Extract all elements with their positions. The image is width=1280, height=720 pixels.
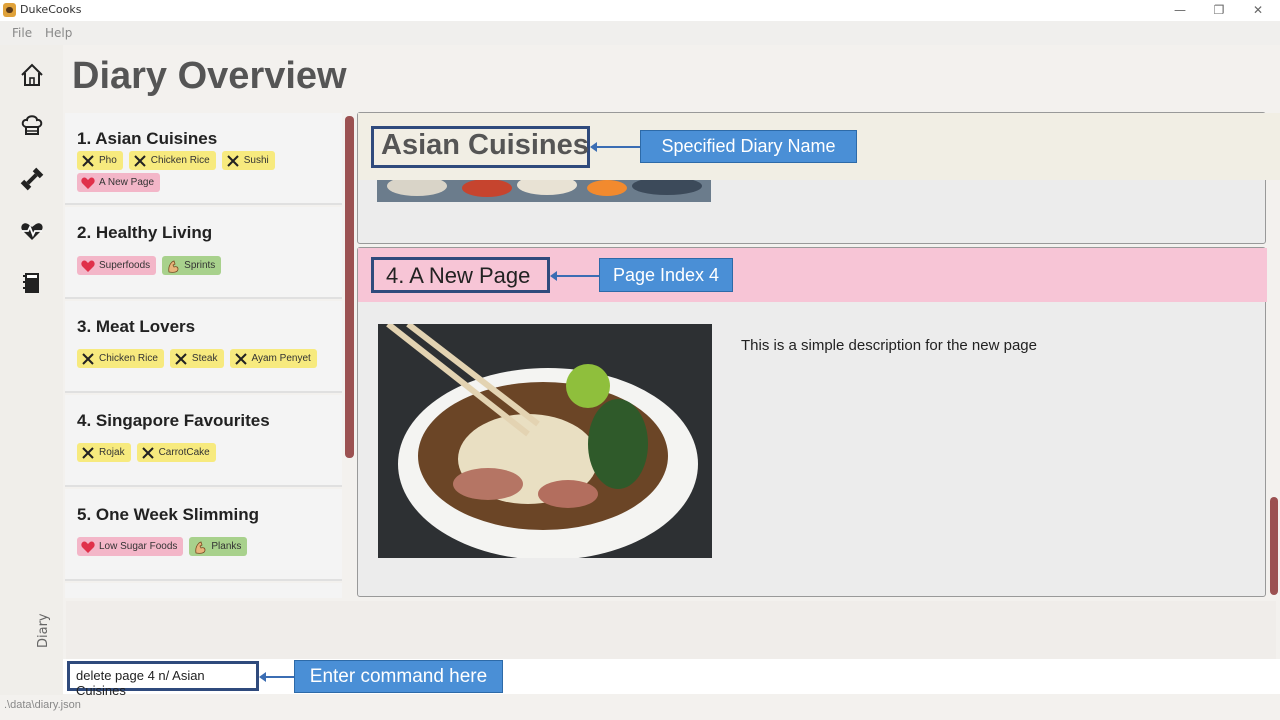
tag-food: Steak: [169, 349, 224, 368]
restore-button[interactable]: ❐: [1209, 1, 1229, 19]
tag-health: Superfoods: [77, 256, 157, 275]
app-logo-icon: [3, 3, 16, 17]
diary-vertical-tab[interactable]: Diary: [36, 613, 51, 648]
dumbbell-icon[interactable]: [16, 163, 48, 195]
diary-name-title: Asian Cuisines: [381, 129, 589, 161]
minimize-button[interactable]: —: [1170, 1, 1190, 19]
callout-page-index: Page Index 4: [599, 258, 733, 292]
sidebar: [0, 45, 63, 695]
tag-food: CarrotCake: [136, 443, 216, 462]
food-photo-partial: [377, 180, 711, 202]
diary-card-title: 3. Meat Lovers: [77, 317, 196, 336]
heart-icon: [80, 175, 96, 191]
tag-food: Sushi: [221, 151, 275, 170]
fork-knife-icon: [80, 351, 96, 367]
fork-knife-icon: [140, 445, 156, 461]
tag-food: Ayam Penyet: [229, 349, 317, 368]
diary-card-asian-cuisines[interactable]: 1. Asian Cuisines Pho Chicken Rice Sushi…: [65, 113, 342, 205]
menu-help[interactable]: Help: [45, 26, 72, 40]
heart-icon: [80, 258, 96, 274]
current-page-section: This is a simple description for the new…: [357, 247, 1267, 597]
page-title: Diary Overview: [72, 55, 347, 97]
fork-knife-icon: [225, 153, 241, 169]
callout-command: Enter command here: [294, 660, 503, 693]
page-description: This is a simple description for the new…: [741, 337, 1037, 354]
pho-photo: [378, 324, 712, 558]
diary-book-icon[interactable]: [16, 267, 48, 299]
diary-card-one-week-slimming[interactable]: 5. One Week Slimming Low Sugar Foods Pla…: [65, 489, 342, 581]
diary-card-singapore-favourites[interactable]: 4. Singapore Favourites Rojak CarrotCake: [65, 395, 342, 487]
muscle-arm-icon: [192, 539, 208, 555]
tag-food: Chicken Rice: [128, 151, 216, 170]
diary-card-healthy-living[interactable]: 2. Healthy Living Superfoods Sprints: [65, 207, 342, 299]
chef-hat-icon[interactable]: [16, 109, 48, 141]
tag-health: Low Sugar Foods: [77, 537, 184, 556]
arrow-left-icon: [590, 142, 640, 152]
menu-file[interactable]: File: [12, 26, 32, 40]
arrow-left-icon: [550, 271, 599, 281]
callout-diary-name: Specified Diary Name: [640, 130, 857, 163]
close-button[interactable]: ✕: [1248, 1, 1268, 19]
detail-scrollbar[interactable]: [1270, 497, 1278, 595]
tag-health: A New Page: [77, 173, 161, 192]
menu-bar: File Help: [0, 21, 1280, 45]
muscle-arm-icon: [165, 258, 181, 274]
home-icon[interactable]: [16, 59, 48, 91]
diary-card-title: 4. Singapore Favourites: [77, 411, 270, 430]
tag-exercise: Sprints: [162, 256, 222, 275]
tag-food: Pho: [77, 151, 123, 170]
title-bar: DukeCooks — ❐ ✕: [0, 0, 1280, 21]
diary-card-title: 1. Asian Cuisines: [77, 129, 218, 148]
tag-food: Chicken Rice: [77, 349, 164, 368]
diary-list-scrollbar[interactable]: [345, 116, 354, 458]
page-title-highlight: 4. A New Page: [371, 257, 550, 293]
diary-card-partial[interactable]: [65, 583, 342, 598]
command-input[interactable]: delete page 4 n/ Asian Cuisines: [67, 661, 259, 698]
fork-knife-icon: [173, 351, 189, 367]
diary-card-title: 2. Healthy Living: [77, 223, 213, 242]
page-title-text: 4. A New Page: [386, 263, 531, 288]
fork-knife-icon: [233, 351, 249, 367]
heart-icon: [80, 539, 96, 555]
tag-food: Rojak: [77, 443, 131, 462]
window-title: DukeCooks: [20, 3, 82, 16]
diary-name-highlight: Asian Cuisines: [371, 126, 590, 168]
diary-card-title: 5. One Week Slimming: [77, 505, 260, 524]
diary-list[interactable]: 1. Asian Cuisines Pho Chicken Rice Sushi…: [63, 111, 343, 598]
arrow-left-icon: [259, 672, 294, 682]
fork-knife-icon: [80, 153, 96, 169]
status-bar-path: .\data\diary.json: [4, 699, 81, 711]
diary-detail-panel: This is a simple description for the new…: [357, 112, 1280, 598]
heartbeat-icon[interactable]: [16, 215, 48, 247]
result-display: [66, 601, 1276, 659]
diary-card-meat-lovers[interactable]: 3. Meat Lovers Chicken Rice Steak Ayam P…: [65, 301, 342, 393]
fork-knife-icon: [132, 153, 148, 169]
tag-exercise: Planks: [189, 537, 248, 556]
fork-knife-icon: [80, 445, 96, 461]
